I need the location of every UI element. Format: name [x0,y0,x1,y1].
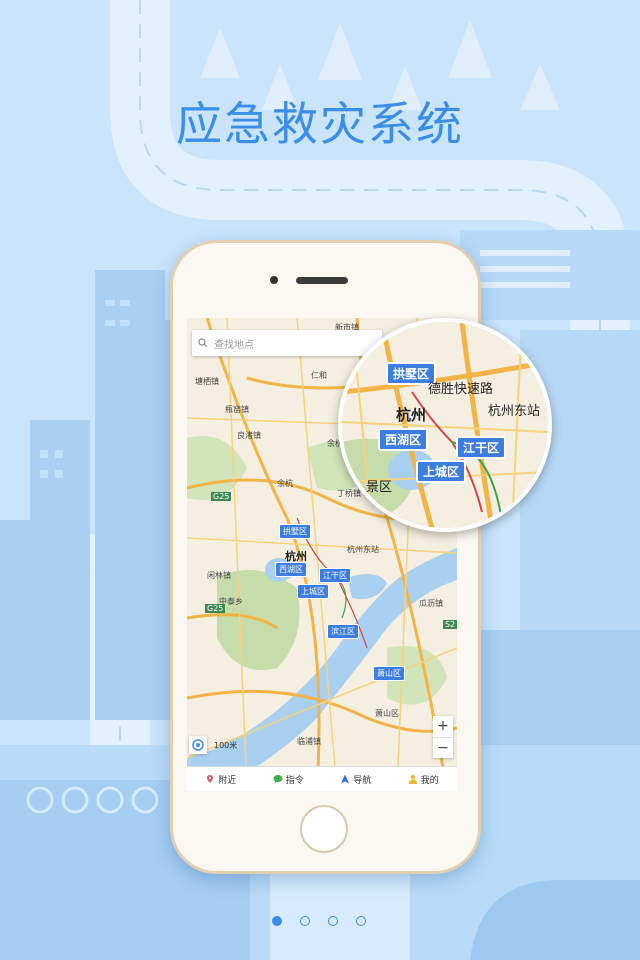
person-icon [408,774,417,784]
search-placeholder: 查找地点 [214,339,254,351]
road-shield: G25 [205,604,226,613]
page-dot[interactable] [272,916,282,926]
map-label: 瓜沥镇 [419,599,443,608]
location-pin-icon [207,775,214,783]
district-badge[interactable]: 拱墅区 [279,524,311,539]
tab-me[interactable]: 我的 [390,767,458,791]
zoom-in-button[interactable]: + [433,716,453,738]
tab-label: 我的 [420,775,439,786]
magnifier-label: 德胜快速路 [428,382,494,397]
district-badge[interactable]: 西湖区 [275,562,307,577]
bottom-tab-bar: 附近 指令 导航 我的 [187,766,457,791]
map-label: 临浦镇 [297,737,321,746]
locate-icon [192,739,204,751]
page-dot[interactable] [300,916,310,926]
road-shield: G25 [211,492,232,501]
tab-label: 附近 [218,775,237,786]
front-camera [270,276,278,284]
map-label: 闲林镇 [207,571,231,580]
road-shield: S2 [443,620,457,629]
earpiece-speaker [296,277,348,284]
map-label: 良渚镇 [237,431,261,440]
page-dot[interactable] [356,916,366,926]
map-label: 杭州东站 [347,545,379,554]
search-input[interactable]: 查找地点 [192,330,382,356]
tab-nearby[interactable]: 附近 [187,767,255,791]
zoom-control: + − [433,716,453,758]
map-label: 塘栖镇 [195,377,219,386]
tab-navigation[interactable]: 导航 [322,767,390,791]
search-icon [198,338,208,348]
magnifier-city-label: 杭州 [396,406,427,424]
magnifier-district-badge: 上城区 [416,460,467,483]
magnifier-label: 杭州东站 [488,404,541,419]
magnifier-district-badge: 西湖区 [378,428,429,451]
map-label: 丁桥镇 [337,489,361,498]
tab-label: 指令 [285,775,304,786]
locate-button[interactable] [189,736,207,754]
navigation-arrow-icon [341,774,350,784]
magnifier-label: 景区 [366,480,393,495]
district-badge[interactable]: 滨江区 [327,624,359,639]
tab-label: 导航 [353,775,372,786]
zoom-out-button[interactable]: − [433,738,453,759]
map-magnifier: 拱墅区 德胜快速路 杭州东站 杭州 西湖区 江干区 上城区 景区 [338,318,552,532]
district-badge[interactable]: 江干区 [319,568,351,583]
map-label: 萧山区 [375,709,399,718]
map-label: 余杭 [277,479,293,488]
tab-command[interactable]: 指令 [255,767,323,791]
page-title: 应急救灾系统 [176,97,464,151]
district-badge[interactable]: 萧山区 [373,666,405,681]
map-label: 仁和 [311,371,327,380]
chat-bubble-icon [273,775,283,784]
page-dot[interactable] [328,916,338,926]
magnifier-district-badge: 江干区 [456,436,507,459]
magnifier-roads [342,322,548,528]
page-indicator [272,916,366,926]
map-scale: 100米 [214,741,238,750]
district-badge[interactable]: 上城区 [297,584,329,599]
map-label: 瓶窑镇 [225,405,249,414]
home-button[interactable] [300,805,348,853]
